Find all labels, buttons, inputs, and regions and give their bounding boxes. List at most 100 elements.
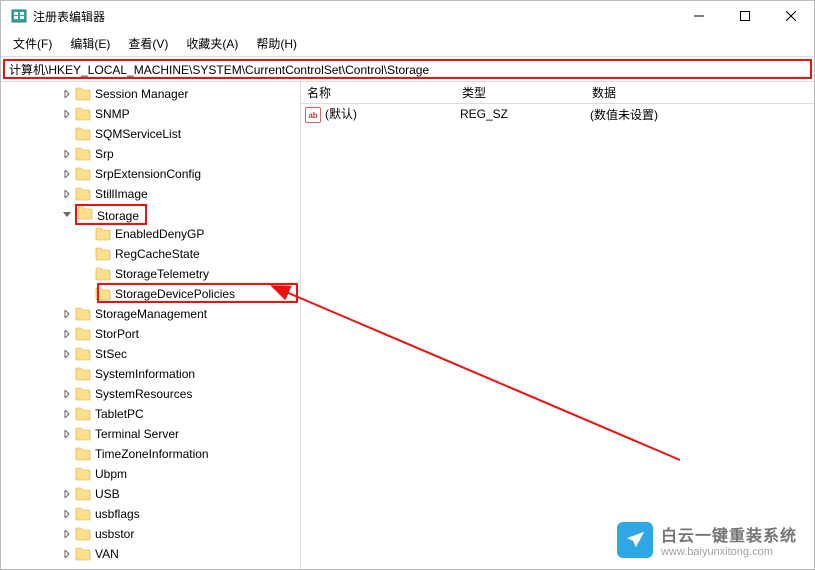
chevron-right-icon[interactable] [61,548,73,560]
tree-node-terminal-server[interactable]: Terminal Server [1,424,300,444]
tree-node-label: Terminal Server [95,427,179,441]
chevron-right-icon[interactable] [61,88,73,100]
menu-view[interactable]: 查看(V) [120,33,176,54]
tree-node-srp[interactable]: Srp [1,144,300,164]
menu-favorites[interactable]: 收藏夹(A) [178,33,246,54]
tree-node-timezoneinformation[interactable]: TimeZoneInformation [1,444,300,464]
chevron-right-icon[interactable] [61,488,73,500]
tree-node-storport[interactable]: StorPort [1,324,300,344]
tree-node-ubpm[interactable]: Ubpm [1,464,300,484]
tree-node-label: Ubpm [95,467,127,481]
chevron-right-icon[interactable] [61,428,73,440]
folder-icon [75,147,91,161]
folder-icon [95,247,111,261]
chevron-right-icon[interactable] [61,408,73,420]
folder-icon [95,267,111,281]
folder-icon [75,307,91,321]
chevron-right-icon[interactable] [61,308,73,320]
chevron-right-icon[interactable] [61,508,73,520]
tree-node-van[interactable]: VAN [1,544,300,564]
value-header: 名称 类型 数据 [301,82,814,104]
tree-node-label: TabletPC [95,407,144,421]
regedit-icon [11,8,27,24]
folder-icon [75,367,91,381]
tree-node-label: StorPort [95,327,139,341]
tree-node-stsec[interactable]: StSec [1,344,300,364]
tree-node-tabletpc[interactable]: TabletPC [1,404,300,424]
value-panel: 名称 类型 数据 ab(默认)REG_SZ(数值未设置) [301,82,814,569]
value-row[interactable]: ab(默认)REG_SZ(数值未设置) [301,104,814,124]
col-data[interactable]: 数据 [592,84,814,101]
folder-icon [75,387,91,401]
expander-none [81,268,93,280]
tree-node-label: RegCacheState [115,247,200,261]
tree-node-label: SystemResources [95,387,192,401]
tree-node-label: SystemInformation [95,367,195,381]
watermark-line2: www.baiyunxitong.com [661,546,797,558]
address-bar[interactable]: 计算机\HKEY_LOCAL_MACHINE\SYSTEM\CurrentCon… [3,59,812,79]
tree-node-storagemanagement[interactable]: StorageManagement [1,304,300,324]
folder-icon [75,447,91,461]
tree-node-label: SrpExtensionConfig [95,167,201,181]
tree-node-label: SNMP [95,107,130,121]
chevron-right-icon[interactable] [61,188,73,200]
chevron-right-icon[interactable] [61,528,73,540]
chevron-right-icon[interactable] [61,348,73,360]
menu-help[interactable]: 帮助(H) [248,33,305,54]
tree-node-storage[interactable]: Storage [1,204,300,224]
chevron-right-icon[interactable] [61,108,73,120]
tree-node-label: StSec [95,347,127,361]
value-name: (默认) [325,107,357,121]
title-bar: 注册表编辑器 [1,1,814,31]
tree-node-srpextensionconfig[interactable]: SrpExtensionConfig [1,164,300,184]
folder-icon [75,547,91,561]
chevron-right-icon[interactable] [61,328,73,340]
watermark-logo-icon [617,522,653,558]
tree-node-enableddenygp[interactable]: EnabledDenyGP [1,224,300,244]
minimize-button[interactable] [676,1,722,31]
chevron-right-icon[interactable] [61,148,73,160]
tree-node-label: usbstor [95,527,134,541]
expander-none [81,288,93,300]
col-type[interactable]: 类型 [462,84,592,101]
folder-icon [75,487,91,501]
tree-node-usbstor[interactable]: usbstor [1,524,300,544]
tree-node-stillimage[interactable]: StillImage [1,184,300,204]
value-type: REG_SZ [460,107,590,121]
menu-file[interactable]: 文件(F) [5,33,60,54]
chevron-down-icon[interactable] [61,208,73,220]
tree-node-snmp[interactable]: SNMP [1,104,300,124]
chevron-right-icon[interactable] [61,388,73,400]
window-title: 注册表编辑器 [33,8,676,25]
tree-node-sqmservicelist[interactable]: SQMServiceList [1,124,300,144]
tree-panel[interactable]: Session Manager SNMP SQMServiceListSrp SrpE… [1,82,301,569]
expander-none [81,248,93,260]
folder-icon [95,227,111,241]
watermark-line1: 白云一键重装系统 [661,522,797,546]
folder-icon [75,407,91,421]
chevron-right-icon[interactable] [61,168,73,180]
folder-icon [75,427,91,441]
folder-icon [75,347,91,361]
folder-icon [75,167,91,181]
tree-node-usbflags[interactable]: usbflags [1,504,300,524]
maximize-button[interactable] [722,1,768,31]
folder-icon [77,206,93,220]
folder-icon [75,467,91,481]
folder-icon [75,87,91,101]
folder-icon [75,527,91,541]
tree-node-usb[interactable]: USB [1,484,300,504]
tree-node-storagedevicepolicies[interactable]: StorageDevicePolicies [1,284,300,304]
close-button[interactable] [768,1,814,31]
tree-node-systeminformation[interactable]: SystemInformation [1,364,300,384]
expander-none [81,228,93,240]
menu-edit[interactable]: 编辑(E) [62,33,118,54]
col-name[interactable]: 名称 [307,84,462,101]
tree-node-label: VAN [95,547,119,561]
value-data: (数值未设置) [590,106,814,123]
tree-node-session-manager[interactable]: Session Manager [1,84,300,104]
tree-node-systemresources[interactable]: SystemResources [1,384,300,404]
tree-node-regcachestate[interactable]: RegCacheState [1,244,300,264]
tree-node-storagetelemetry[interactable]: StorageTelemetry [1,264,300,284]
expander-none [61,448,73,460]
